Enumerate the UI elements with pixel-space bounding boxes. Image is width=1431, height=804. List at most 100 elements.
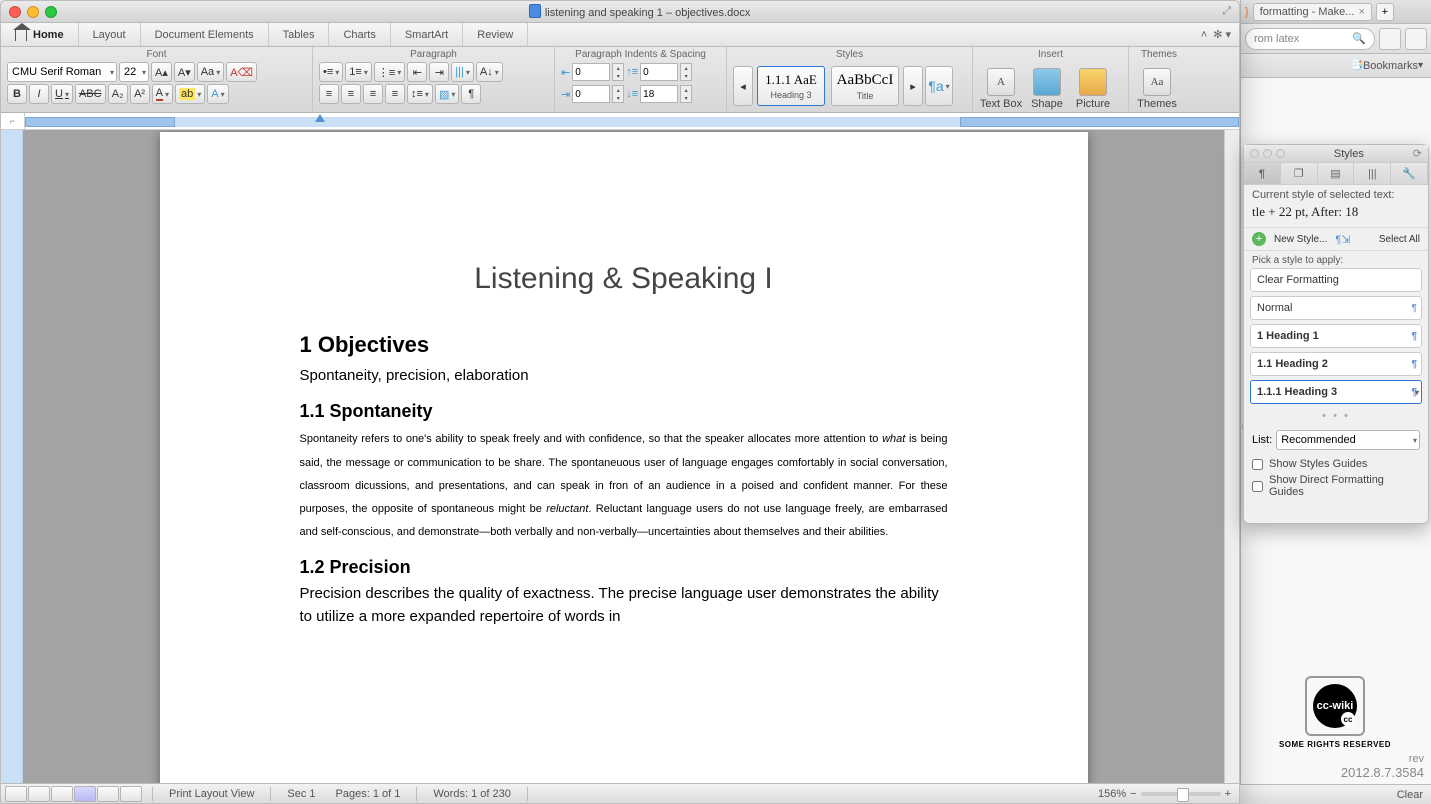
style-item-clear[interactable]: Clear Formatting [1250,268,1422,292]
styles-prev-button[interactable]: ◂ [733,66,753,106]
new-tab-button[interactable]: + [1376,3,1394,21]
increase-indent-button[interactable]: ⇥ [429,62,449,82]
indent-right-field[interactable]: ⇥0▴▾ [561,84,624,104]
align-right-button[interactable]: ≡ [363,84,383,104]
font-size-select[interactable]: 22 [119,62,149,82]
tab-tables[interactable]: Tables [269,23,330,46]
para-select-icon[interactable]: ¶⇲ [1335,233,1350,246]
pane-tab-settings[interactable]: 🔧 [1391,163,1428,184]
highlight-button[interactable]: ab [175,84,205,104]
themes-button[interactable]: AaThemes [1135,62,1179,110]
toolbox-icon[interactable]: ⟳ [1413,147,1422,160]
ruler-corner-button[interactable]: ⌐ [1,113,25,129]
shading-button[interactable]: ▧ [435,84,459,104]
insert-picture-button[interactable]: Picture [1071,62,1115,110]
align-center-button[interactable]: ≡ [341,84,361,104]
line-spacing-button[interactable]: ↕≡ [407,84,433,104]
document-scroll[interactable]: Listening & Speaking I 1 Objectives Spon… [23,130,1224,783]
print-layout-view-button[interactable] [74,786,96,802]
tab-charts[interactable]: Charts [329,23,390,46]
change-case-button[interactable]: Aa [197,62,224,82]
zoom-out-button[interactable]: − [1130,788,1136,800]
style-item-normal[interactable]: Normal¶ [1250,296,1422,320]
bullets-button[interactable]: •≡ [319,62,343,82]
styles-pane-button[interactable]: ¶a [925,66,953,106]
fullscreen-icon[interactable]: ⤢ [1222,5,1231,18]
indent-marker-icon[interactable] [315,114,325,122]
multilevel-button[interactable]: ⋮≡ [374,62,405,82]
new-style-plus-icon[interactable]: + [1252,232,1266,246]
superscript-button[interactable]: A² [130,84,150,104]
tab-smartart[interactable]: SmartArt [391,23,463,46]
spacing-before-field[interactable]: ↑≡0▴▾ [626,62,692,82]
style-item-heading2[interactable]: 1.1 Heading 2¶ [1250,352,1422,376]
underline-button[interactable]: U [51,84,73,104]
tab-document-elements[interactable]: Document Elements [141,23,269,46]
styles-pane-titlebar[interactable]: Styles ⟳ [1244,145,1428,163]
pane-tab-3[interactable]: ▤ [1318,163,1355,184]
subscript-button[interactable]: A₂ [108,84,128,104]
notebook-view-button[interactable] [97,786,119,802]
text-direction-button[interactable]: ||| [451,62,474,82]
show-marks-button[interactable]: ¶ [461,84,481,104]
focus-view-button[interactable] [120,786,142,802]
close-icon[interactable]: × [1358,6,1364,18]
search-field[interactable]: rom latex🔍 [1245,28,1375,50]
tab-home[interactable]: Home [1,23,79,46]
pane-close-button[interactable] [1250,149,1259,158]
pane-zoom-button[interactable] [1276,149,1285,158]
style-item-heading3[interactable]: 1.1.1 Heading 3¶ [1250,380,1422,404]
show-direct-formatting-checkbox[interactable]: Show Direct Formatting Guides [1244,472,1428,500]
clear-formatting-button[interactable]: A⌫ [226,62,257,82]
style-tile-title[interactable]: AaBbCcITitle [831,66,899,106]
checkbox[interactable] [1252,481,1263,492]
draft-view-button[interactable] [5,786,27,802]
vertical-ruler[interactable] [1,130,23,783]
settings-icon[interactable]: ✻ ▾ [1213,28,1231,41]
style-item-heading1[interactable]: 1 Heading 1¶ [1250,324,1422,348]
horizontal-ruler[interactable] [25,113,1239,129]
numbering-button[interactable]: 1≡ [345,62,372,82]
tab-layout[interactable]: Layout [79,23,141,46]
decrease-indent-button[interactable]: ⇤ [407,62,427,82]
collapse-ribbon-icon[interactable]: ˄ [1201,29,1207,41]
grow-font-button[interactable]: A▴ [151,62,172,82]
sort-button[interactable]: A↓ [476,62,503,82]
outline-view-button[interactable] [28,786,50,802]
list-filter-select[interactable]: Recommended [1276,430,1420,450]
zoom-button[interactable] [45,6,57,18]
zoom-slider[interactable] [1141,792,1221,796]
bookmarks-bar[interactable]: 📑 Bookmarks ▾ [1241,54,1431,78]
pane-tab-4[interactable]: ||| [1354,163,1391,184]
pane-min-button[interactable] [1263,149,1272,158]
font-name-select[interactable]: CMU Serif Roman [7,62,117,82]
styles-next-button[interactable]: ▸ [903,66,923,106]
vertical-scrollbar[interactable] [1224,130,1239,783]
publishing-view-button[interactable] [51,786,73,802]
justify-button[interactable]: ≡ [385,84,405,104]
italic-button[interactable]: I [29,84,49,104]
insert-shape-button[interactable]: Shape [1025,62,1069,110]
checkbox[interactable] [1252,459,1263,470]
tab-review[interactable]: Review [463,23,528,46]
indent-left-field[interactable]: ⇤0▴▾ [561,62,624,82]
browser-tab[interactable]: formatting - Make...× [1253,3,1372,21]
pane-tab-2[interactable]: ❐ [1281,163,1318,184]
align-left-button[interactable]: ≡ [319,84,339,104]
font-color-button[interactable]: A [152,84,173,104]
edit-button[interactable] [1405,28,1427,50]
document-page[interactable]: Listening & Speaking I 1 Objectives Spon… [160,132,1088,783]
close-button[interactable] [9,6,21,18]
more-styles-indicator[interactable]: • • • [1250,408,1422,424]
insert-textbox-button[interactable]: AText Box [979,62,1023,110]
text-effects-button[interactable]: A [207,84,228,104]
select-all-link[interactable]: Select All [1379,234,1420,245]
strikethrough-button[interactable]: ABC [75,84,106,104]
show-guides-checkbox[interactable]: Show Styles Guides [1244,456,1428,472]
zoom-control[interactable]: 156% − + [1090,788,1239,800]
style-tile-heading3[interactable]: 1.1.1 AaEHeading 3 [757,66,825,106]
home-button[interactable] [1379,28,1401,50]
bold-button[interactable]: B [7,84,27,104]
minimize-button[interactable] [27,6,39,18]
pane-tab-styles[interactable]: ¶ [1244,163,1281,184]
